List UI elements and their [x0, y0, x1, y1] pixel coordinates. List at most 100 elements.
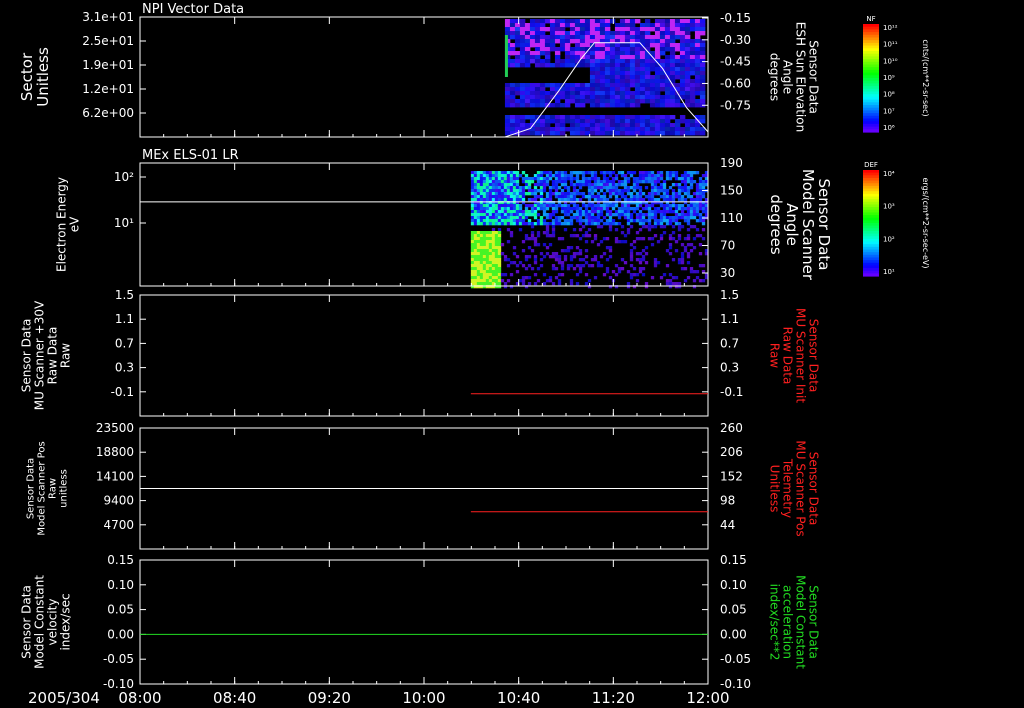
els-heat-cell — [551, 252, 556, 256]
left-tick-label-scan_pos: 23500 — [96, 421, 134, 435]
npi-heat-cell — [609, 119, 616, 124]
els-heat-cell — [632, 246, 637, 250]
els-heat-cell — [524, 267, 529, 271]
els-heat-cell — [539, 189, 544, 193]
npi-heat-cell — [589, 27, 596, 32]
npi-heat-cell — [679, 63, 686, 68]
els-heat-cell — [524, 183, 529, 187]
npi-heat-cell — [619, 51, 626, 56]
npi-heat-cell — [584, 83, 591, 88]
els-heat-cell — [482, 186, 487, 190]
els-heat-cell — [518, 228, 523, 232]
els-heat-cell — [527, 180, 532, 184]
els-heat-cell — [554, 222, 559, 226]
els-heat-cell — [500, 171, 505, 175]
els-heat-cell — [488, 237, 493, 241]
els-heat-cell — [470, 171, 475, 175]
npi-heat-cell — [614, 23, 621, 28]
npi-heat-cell — [619, 59, 626, 64]
npi-heat-cell — [534, 83, 541, 88]
els-heat-cell — [596, 180, 601, 184]
npi-heat-cell — [534, 131, 541, 136]
npi-heat-cell — [694, 19, 701, 24]
els-heat-cell — [644, 252, 649, 256]
els-heat-cell — [536, 231, 541, 235]
els-heat-cell — [578, 198, 583, 202]
npi-heat-cell — [599, 83, 606, 88]
npi-heat-cell — [609, 123, 616, 128]
els-heat-cell — [533, 243, 538, 247]
els-heat-cell — [497, 249, 502, 253]
els-heat-cell — [500, 222, 505, 226]
els-heat-cell — [659, 216, 664, 220]
npi-heat-cell — [509, 19, 516, 24]
npi-heat-cell — [674, 119, 681, 124]
npi-heat-cell — [519, 103, 526, 108]
npi-heat-cell — [684, 31, 691, 36]
els-heat-cell — [473, 282, 478, 286]
els-heat-cell — [569, 183, 574, 187]
npi-heat-cell — [554, 115, 561, 120]
npi-heat-cell — [684, 59, 691, 64]
npi-heat-cell — [669, 75, 676, 80]
els-heat-cell — [626, 282, 631, 286]
npi-heat-cell — [599, 43, 606, 48]
npi-heat-cell — [514, 99, 521, 104]
els-heat-cell — [662, 189, 667, 193]
els-heat-cell — [491, 204, 496, 208]
els-heat-cell — [611, 204, 616, 208]
npi-heat-cell — [699, 119, 706, 124]
npi-heat-cell — [594, 87, 601, 92]
els-heat-cell — [656, 240, 661, 244]
els-heat-cell — [692, 171, 697, 175]
els-heat-cell — [482, 189, 487, 193]
els-heat-cell — [470, 186, 475, 190]
els-heat-cell — [590, 174, 595, 178]
els-heat-cell — [644, 261, 649, 265]
npi-heat-cell — [624, 23, 631, 28]
left-tick-label-els: 10¹ — [114, 216, 134, 230]
els-heat-cell — [488, 276, 493, 280]
npi-heat-cell — [524, 99, 531, 104]
els-heat-cell — [578, 192, 583, 196]
npi-heat-cell — [539, 63, 546, 68]
els-heat-cell — [473, 195, 478, 199]
npi-heat-cell — [514, 115, 521, 120]
els-heat-cell — [530, 210, 535, 214]
els-heat-cell — [509, 231, 514, 235]
els-heat-cell — [488, 270, 493, 274]
npi-heat-cell — [684, 131, 691, 136]
npi-heat-cell — [584, 55, 591, 60]
npi-heat-cell — [649, 87, 656, 92]
left-axis-label-velocity: index/sec — [59, 593, 73, 650]
els-heat-cell — [665, 192, 670, 196]
npi-heat-cell — [549, 103, 556, 108]
els-heat-cell — [521, 219, 526, 223]
npi-heat-cell — [644, 115, 651, 120]
npi-heat-cell — [544, 95, 551, 100]
npi-heat-cell — [624, 43, 631, 48]
els-heat-cell — [476, 270, 481, 274]
els-heat-cell — [611, 171, 616, 175]
els-heat-cell — [569, 216, 574, 220]
npi-heat-cell — [544, 55, 551, 60]
els-heat-cell — [629, 171, 634, 175]
npi-heat-cell — [629, 91, 636, 96]
els-heat-cell — [527, 219, 532, 223]
npi-heat-cell — [629, 75, 636, 80]
npi-heat-cell — [559, 47, 566, 52]
npi-heat-cell — [524, 31, 531, 36]
els-heat-cell — [698, 243, 703, 247]
els-heat-cell — [671, 276, 676, 280]
els-heat-cell — [575, 198, 580, 202]
els-heat-cell — [599, 255, 604, 259]
els-heat-cell — [578, 258, 583, 262]
els-heat-cell — [530, 231, 535, 235]
right-axis-label-npi: degrees — [768, 53, 782, 101]
els-heat-cell — [470, 240, 475, 244]
els-heat-cell — [569, 192, 574, 196]
els-heat-cell — [494, 240, 499, 244]
els-heat-cell — [692, 198, 697, 202]
npi-heat-cell — [649, 127, 656, 132]
els-heat-cell — [494, 243, 499, 247]
